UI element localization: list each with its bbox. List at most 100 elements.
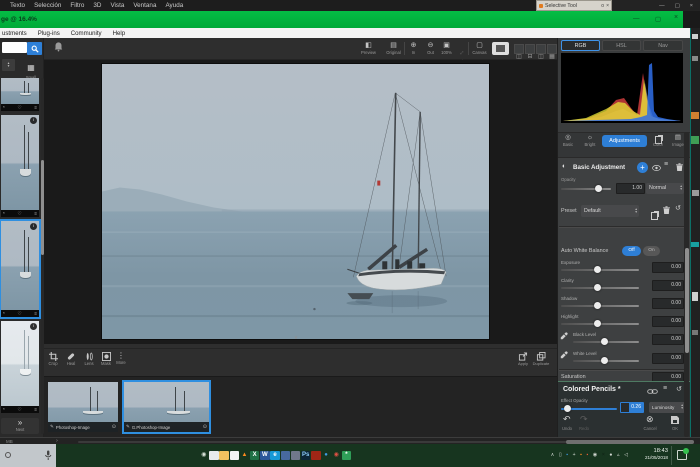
tray-icon[interactable]: ▵ <box>617 450 620 460</box>
app-app-blue[interactable] <box>281 451 291 461</box>
like-icon[interactable]: ♡ <box>17 310 21 317</box>
shadow-thumb[interactable] <box>594 302 601 309</box>
app-explorer[interactable] <box>219 451 229 461</box>
view-split-horizontal-button[interactable]: ⊟ <box>525 44 535 54</box>
next-button[interactable]: » Next <box>1 418 39 434</box>
white-level-value[interactable]: 0.00 <box>652 353 684 364</box>
effect-opacity-thumb[interactable] <box>564 405 571 412</box>
info-badge-icon[interactable]: i <box>30 323 37 330</box>
redo-icon[interactable]: ↷ <box>580 415 588 424</box>
thumb-size-button[interactable]: ▦ Small <box>22 57 40 80</box>
maximize-icon[interactable]: ▢ <box>675 3 680 9</box>
white-level-thumb[interactable] <box>601 357 608 364</box>
rating-icon[interactable]: * <box>3 210 5 217</box>
menu-icon[interactable]: ≡ <box>34 210 37 217</box>
filmstrip-thumbnail[interactable]: ✎ Photoshop-Image ⊙ <box>48 382 118 432</box>
taskbar-search-box[interactable] <box>0 444 56 467</box>
close-icon[interactable]: × <box>606 3 609 9</box>
plugin-titlebar[interactable]: ge @ 16.4% — ▢ × <box>0 11 683 28</box>
tab-nav[interactable]: Nav <box>643 40 683 51</box>
menu-item[interactable]: ustments <box>2 30 27 37</box>
minimize-icon[interactable]: — <box>633 15 640 22</box>
rating-icon[interactable]: * <box>3 310 5 317</box>
microphone-icon[interactable] <box>44 450 52 461</box>
original-button[interactable]: ▤ Original <box>385 41 402 55</box>
zoom-out-button[interactable]: ⊖ Out <box>422 41 439 55</box>
app-excel[interactable]: X <box>250 451 260 461</box>
effect-blend-dropdown[interactable]: Luminosity ▴▾ <box>649 402 685 413</box>
clarity-thumb[interactable] <box>594 284 601 291</box>
minimize-icon[interactable]: — <box>659 3 665 9</box>
link-icon[interactable] <box>647 388 658 395</box>
notifications-bell-icon[interactable] <box>54 41 63 52</box>
tray-icon[interactable]: × <box>602 450 605 460</box>
app-mail[interactable] <box>209 451 219 461</box>
menu-item[interactable]: Community <box>71 30 102 37</box>
rating-icon[interactable]: * <box>3 104 5 111</box>
black-eyedropper-icon[interactable] <box>560 332 568 340</box>
more-button[interactable]: ⋮ More <box>111 351 131 365</box>
visibility-eye-icon[interactable] <box>652 165 661 171</box>
exposure-thumb[interactable] <box>594 266 601 273</box>
view-side-by-side-button[interactable]: ◫ <box>536 44 546 54</box>
opacity-value[interactable]: 1.00 <box>616 183 645 194</box>
app-word[interactable]: W <box>260 451 270 461</box>
app-app-round[interactable]: ● <box>321 451 331 461</box>
delete-preset-icon[interactable] <box>663 206 670 215</box>
tab-rgb[interactable]: RGB <box>561 40 600 51</box>
heal-button[interactable]: Heal <box>61 352 81 366</box>
opacity-slider-thumb[interactable] <box>595 185 602 192</box>
new-preset-icon[interactable] <box>651 207 658 225</box>
app-vlc[interactable]: ▲ <box>240 451 250 461</box>
app-chrome[interactable]: ◉ <box>331 451 341 461</box>
sort-dropdown[interactable]: ▴ ▾ <box>2 59 15 71</box>
menu-item[interactable]: Texto <box>10 2 25 9</box>
menu-icon[interactable]: ≡ <box>34 406 37 413</box>
info-badge-icon[interactable]: i <box>30 223 37 230</box>
tray-icon[interactable]: ▯ <box>559 450 562 460</box>
info-badge-icon[interactable]: i <box>30 117 37 124</box>
tool-adjustments-active[interactable]: Adjustments <box>602 135 647 147</box>
duplicate-button[interactable]: Duplicate <box>529 352 553 366</box>
app-app-grey[interactable] <box>291 451 301 461</box>
app-editor-active[interactable]: * <box>342 451 352 461</box>
tray-icon[interactable]: ● <box>609 450 612 460</box>
tool-color[interactable]: Color <box>648 134 668 147</box>
menu-item[interactable]: Vista <box>110 2 124 9</box>
blend-mode-dropdown[interactable]: Normal ▴▾ <box>646 183 684 194</box>
view-grid-button[interactable]: ▦ <box>547 44 557 54</box>
crop-button[interactable]: Crop <box>43 352 63 366</box>
tool-basic[interactable]: ◎ Basic <box>558 134 578 147</box>
horizontal-scrollbar[interactable] <box>78 441 694 443</box>
collapse-canvas-icon[interactable]: ∨ <box>294 335 298 341</box>
like-icon[interactable]: ♡ <box>17 104 21 111</box>
tray-icon[interactable]: ◉ <box>593 450 597 460</box>
canvas-button[interactable]: ▢ Canvas <box>471 41 488 55</box>
menu-icon[interactable]: ≡ <box>34 310 37 317</box>
reset-preset-icon[interactable]: ↺ <box>675 204 681 212</box>
delete-adjustment-icon[interactable] <box>676 163 683 172</box>
menu-item[interactable]: Ventana <box>133 2 156 9</box>
exposure-value[interactable]: 0.00 <box>652 262 684 273</box>
panel-scrollbar[interactable] <box>684 132 689 437</box>
effect-opacity-value[interactable]: 0.26 <box>620 402 644 413</box>
menu-item[interactable]: 3D <box>93 2 101 9</box>
zoom-in-button[interactable]: ⊕ In <box>405 41 422 55</box>
tool-bright[interactable]: ☼ Bright <box>579 134 601 147</box>
search-input[interactable] <box>2 42 27 53</box>
selective-tool-window[interactable]: Selective Tool o × <box>536 0 612 11</box>
browser-thumbnail[interactable]: * ♡ ≡ <box>1 78 39 111</box>
photo-sailboat[interactable] <box>101 63 490 340</box>
app-photoshop[interactable]: Ps <box>301 451 311 461</box>
filmstrip-thumbnail-selected[interactable]: ✎ G.Photoshop-Image ⊙ <box>124 382 209 432</box>
tray-icon[interactable]: ▪ <box>587 450 589 460</box>
effect-reset-icon[interactable]: ↺ <box>676 385 682 393</box>
awb-off-button[interactable]: Off <box>622 246 641 256</box>
menu-item[interactable]: Help <box>113 30 126 37</box>
shadow-value[interactable]: 0.00 <box>652 298 684 309</box>
preset-dropdown[interactable]: Default ▴▾ <box>581 205 639 217</box>
taskbar-clock[interactable]: 18:43 21/05/2018 <box>628 448 668 461</box>
browser-thumbnail-selected[interactable]: i * ♡ ≡ <box>1 221 39 317</box>
app-photos[interactable]: ◉ <box>199 451 209 461</box>
minimize-icon[interactable]: o <box>601 3 604 9</box>
